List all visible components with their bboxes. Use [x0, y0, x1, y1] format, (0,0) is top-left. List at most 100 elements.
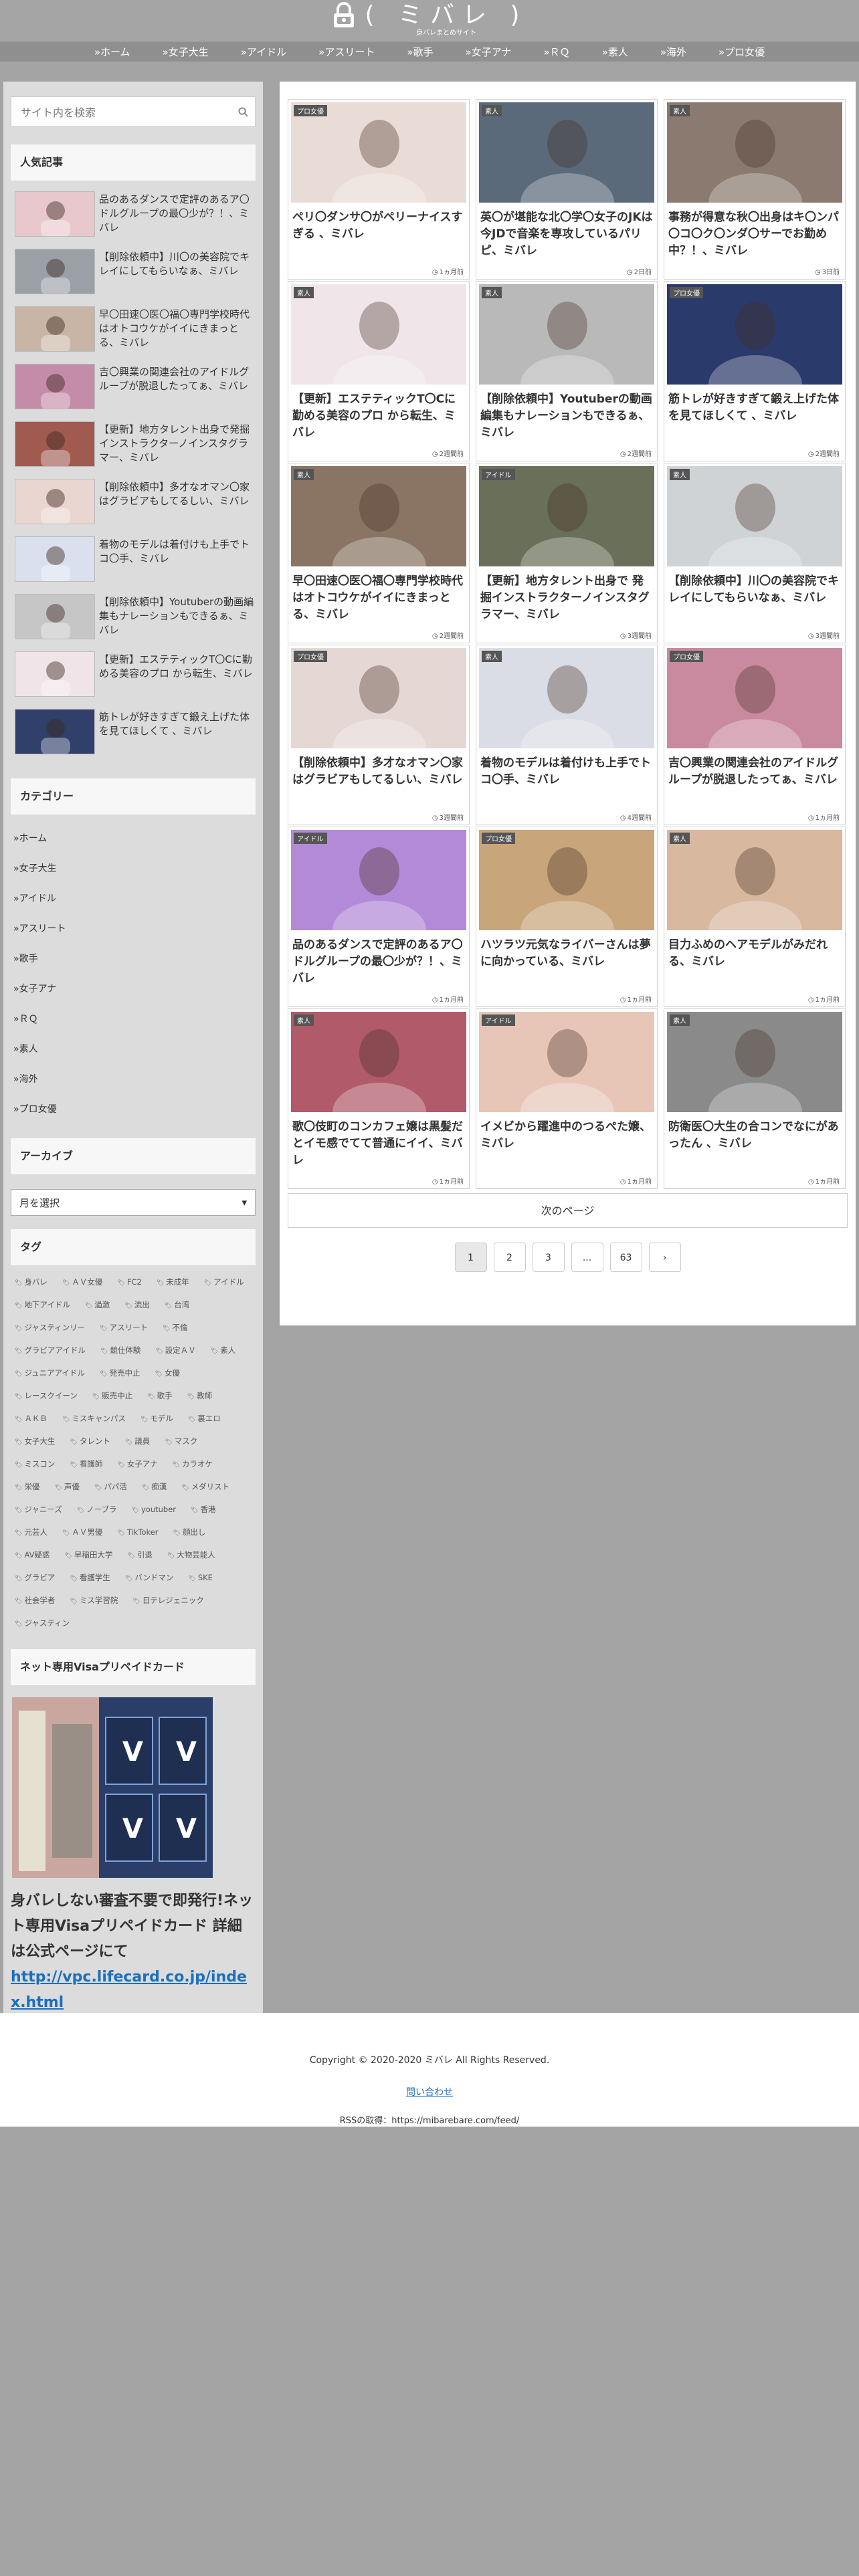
- tag-link[interactable]: 痴漢: [142, 1479, 167, 1495]
- post-thumbnail[interactable]: 素人: [667, 102, 842, 203]
- tag-link[interactable]: 地下アイドル: [15, 1297, 70, 1313]
- tag-link[interactable]: 歌手: [147, 1388, 173, 1404]
- tag-link[interactable]: 女優: [155, 1366, 180, 1382]
- popular-thumbnail[interactable]: [15, 191, 95, 237]
- tag-link[interactable]: パパ活: [94, 1479, 127, 1495]
- post-title[interactable]: 事務が得意な秋〇出身はキ〇ンパ〇コ〇ク〇ンダ〇サーでお勤め中？！、ミバレ: [664, 205, 845, 259]
- post-thumbnail[interactable]: アイドル: [479, 1012, 654, 1112]
- popular-thumbnail[interactable]: [15, 306, 95, 352]
- category-item[interactable]: »アイドル: [11, 884, 256, 914]
- tag-link[interactable]: 顔出し: [173, 1525, 206, 1541]
- post-title[interactable]: 【削除依頼中】多才なオマン〇家はグラビアもしてるしい、ミバレ: [288, 751, 469, 788]
- popular-item[interactable]: 【更新】エステティックT〇Cに勤める美容のプロ から転生、ミバレ: [11, 651, 256, 709]
- post-card[interactable]: 素人防衛医〇大生の合コンでなにがあったん 、ミバレ 1ヵ月前: [664, 1008, 846, 1189]
- post-title[interactable]: 目力ふめのヘアモデルがみだれる、ミバレ: [664, 933, 845, 970]
- popular-item[interactable]: 筋トレが好きすぎて鍛え上げた体を見てほしくて 、ミバレ: [11, 709, 256, 766]
- tag-link[interactable]: 設定ＡＶ: [155, 1343, 196, 1359]
- nav-item-announcer[interactable]: »女子アナ: [450, 42, 528, 62]
- tag-link[interactable]: 早稲田大学: [64, 1547, 113, 1564]
- post-title[interactable]: ハツラツ元気なライバーさんは夢に向かっている、ミバレ: [476, 933, 657, 970]
- popular-item[interactable]: 早〇田速〇医〇福〇専門学校時代はオトコウケがイイにきまっとる、ミバレ: [11, 306, 256, 364]
- card-link[interactable]: http://vpc.lifecard.co.jp/index.html: [11, 1965, 256, 2016]
- nav-item-rq[interactable]: »ＲＱ: [527, 42, 585, 62]
- tag-link[interactable]: 元芸人: [15, 1525, 47, 1541]
- post-title[interactable]: 筋トレが好きすぎて鍛え上げた体を見てほしくて 、ミバレ: [664, 387, 845, 425]
- post-title[interactable]: 英〇が堪能な北〇学〇女子のJKは今JDで音楽を専攻しているパリピ、ミバレ: [476, 205, 657, 259]
- tag-link[interactable]: ＡＫＢ: [15, 1411, 47, 1427]
- post-thumbnail[interactable]: 素人: [291, 466, 466, 566]
- tag-link[interactable]: 香港: [191, 1502, 215, 1518]
- nav-item-amateur[interactable]: »素人: [586, 42, 644, 62]
- tag-link[interactable]: レースクイーン: [15, 1388, 77, 1404]
- nav-item-singer[interactable]: »歌手: [391, 42, 449, 62]
- post-title[interactable]: 品のあるダンスで定評のあるア〇ドルグループの最〇少が？！、ミバレ: [288, 933, 469, 987]
- tag-link[interactable]: 女子アナ: [117, 1457, 158, 1473]
- post-thumbnail[interactable]: プロ女優: [667, 648, 842, 748]
- category-item[interactable]: »女子大生: [11, 854, 256, 884]
- post-card[interactable]: プロ女優吉〇興業の関連会社のアイドルグループが脱退したってぁ、ミバレ 1ヵ月前: [664, 645, 846, 825]
- popular-title[interactable]: 【削除依頼中】多才なオマン〇家はグラビアもしてるしい、ミバレ: [99, 479, 256, 508]
- tag-link[interactable]: ジャスティンリー: [15, 1320, 85, 1336]
- category-item[interactable]: »海外: [11, 1065, 256, 1095]
- post-thumbnail[interactable]: 素人: [667, 1012, 842, 1112]
- popular-item[interactable]: 品のあるダンスで定評のあるア〇ドルグループの最〇少が？！、ミバレ: [11, 191, 256, 249]
- tag-link[interactable]: グラビア: [15, 1570, 55, 1586]
- tag-link[interactable]: youtuber: [132, 1502, 176, 1518]
- page-button[interactable]: 3: [532, 1243, 565, 1272]
- tag-link[interactable]: ミスコン: [15, 1457, 55, 1473]
- post-title[interactable]: ペリ〇ダンサ〇がペリーナイスすぎる 、ミバレ: [288, 205, 469, 243]
- post-thumbnail[interactable]: 素人: [479, 648, 654, 748]
- post-card[interactable]: 素人着物のモデルは着付けも上手でトコ〇手、ミバレ 4週間前: [476, 645, 658, 825]
- tag-link[interactable]: ノーブラ: [77, 1502, 116, 1518]
- post-card[interactable]: 素人事務が得意な秋〇出身はキ〇ンパ〇コ〇ク〇ンダ〇サーでお勤め中？！、ミバレ 3日…: [664, 99, 846, 280]
- popular-thumbnail[interactable]: [15, 479, 95, 524]
- tag-link[interactable]: バンドマン: [125, 1570, 173, 1586]
- tag-link[interactable]: ＡＶ男優: [62, 1525, 102, 1541]
- post-title[interactable]: 【削除依頼中】Youtuberの動画編集もナレーションもできるぁ、ミバレ: [476, 387, 657, 441]
- popular-item[interactable]: 【削除依頼中】多才なオマン〇家はグラビアもしてるしい、ミバレ: [11, 479, 256, 536]
- popular-title[interactable]: 筋トレが好きすぎて鍛え上げた体を見てほしくて 、ミバレ: [99, 709, 256, 738]
- tag-link[interactable]: モデル: [140, 1411, 173, 1427]
- tag-link[interactable]: 競仕体験: [100, 1343, 140, 1359]
- tag-link[interactable]: カラオケ: [173, 1457, 213, 1473]
- popular-title[interactable]: 品のあるダンスで定評のあるア〇ドルグループの最〇少が？！、ミバレ: [99, 191, 256, 235]
- nav-item-idol[interactable]: »アイドル: [225, 42, 302, 62]
- popular-thumbnail[interactable]: [15, 421, 95, 467]
- post-card[interactable]: アイドル 【更新】地方タレント出身で 発掘インストラクターノインスタグラマー、ミバ…: [476, 463, 658, 643]
- tag-link[interactable]: 不倫: [163, 1320, 188, 1336]
- page-button[interactable]: 1: [454, 1243, 487, 1272]
- tag-link[interactable]: ミス学習院: [70, 1593, 118, 1609]
- tag-link[interactable]: 素人: [211, 1343, 235, 1359]
- popular-title[interactable]: 【削除依頼中】Youtuberの動画編集もナレーションもできるぁ、ミバレ: [99, 594, 256, 637]
- post-card[interactable]: プロ女優ペリ〇ダンサ〇がペリーナイスすぎる 、ミバレ 1ヵ月前: [288, 99, 470, 280]
- tag-link[interactable]: 身バレ: [15, 1275, 47, 1291]
- site-logo[interactable]: ( ミバレ ) 身バレまとめサイト: [0, 0, 859, 37]
- post-thumbnail[interactable]: プロ女優: [479, 830, 654, 930]
- tag-link[interactable]: タレント: [70, 1434, 110, 1450]
- popular-thumbnail[interactable]: [15, 709, 95, 754]
- page-button[interactable]: ›: [648, 1243, 681, 1272]
- tag-link[interactable]: 過激: [85, 1297, 110, 1313]
- post-title[interactable]: 防衛医〇大生の合コンでなにがあったん 、ミバレ: [664, 1115, 845, 1152]
- post-card[interactable]: 素人【削除依頼中】川〇の美容院でキレイにしてもらいなぁ、ミバレ 3週間前: [664, 463, 846, 643]
- nav-item-college[interactable]: »女子大生: [147, 42, 225, 62]
- tag-link[interactable]: 裏エロ: [188, 1411, 221, 1427]
- post-card[interactable]: 素人目力ふめのヘアモデルがみだれる、ミバレ 1ヵ月前: [664, 827, 846, 1007]
- popular-item[interactable]: 吉〇興業の関連会社のアイドルグループが脱退したってぁ、ミバレ: [11, 364, 256, 421]
- tag-link[interactable]: ジュニアアイドル: [15, 1366, 85, 1382]
- popular-thumbnail[interactable]: [15, 249, 95, 294]
- post-thumbnail[interactable]: 素人: [291, 284, 466, 385]
- popular-title[interactable]: 【削除依頼中】川〇の美容院でキレイにしてもらいなぁ、ミバレ: [99, 249, 256, 278]
- tag-link[interactable]: 台湾: [165, 1297, 189, 1313]
- category-item[interactable]: »ホーム: [11, 824, 256, 854]
- post-title[interactable]: 吉〇興業の関連会社のアイドルグループが脱退したってぁ、ミバレ: [664, 751, 845, 788]
- post-title[interactable]: 【更新】地方タレント出身で 発掘インストラクターノインスタグラマー、ミバレ: [476, 569, 657, 623]
- page-button[interactable]: 63: [609, 1243, 642, 1272]
- tag-link[interactable]: TikToker: [117, 1525, 159, 1541]
- post-thumbnail[interactable]: プロ女優: [291, 648, 466, 748]
- popular-thumbnail[interactable]: [15, 364, 95, 409]
- popular-title[interactable]: 早〇田速〇医〇福〇専門学校時代はオトコウケがイイにきまっとる、ミバレ: [99, 306, 256, 350]
- tag-link[interactable]: ジャニーズ: [15, 1502, 62, 1518]
- post-card[interactable]: アイドルイメビから躍進中のつるぺた嬢、ミバレ 1ヵ月前: [476, 1008, 658, 1189]
- tag-link[interactable]: グラビアアイドル: [15, 1343, 85, 1359]
